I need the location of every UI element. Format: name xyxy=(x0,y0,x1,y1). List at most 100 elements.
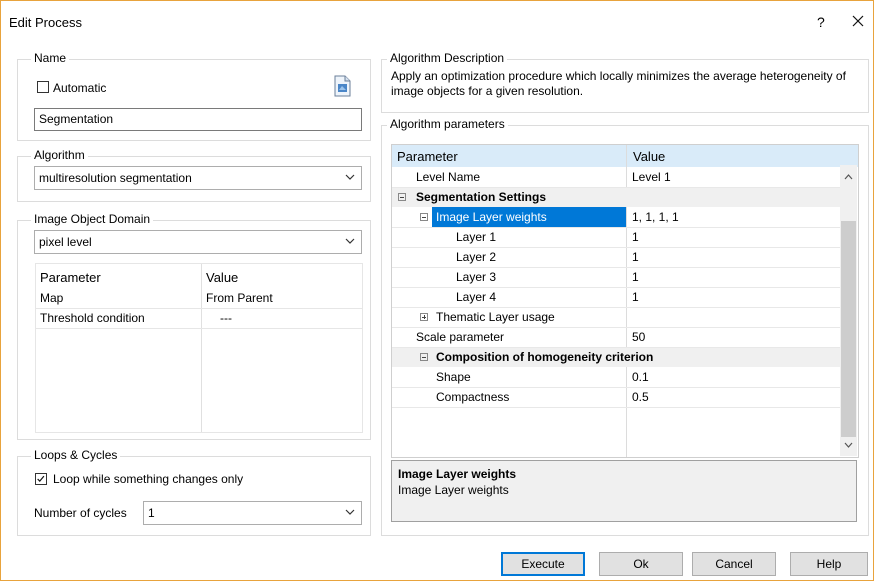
param-value: 1 xyxy=(632,230,639,244)
domain-parameter-grid: Parameter Value Map From Parent Threshol… xyxy=(35,263,363,433)
cycles-select-value: 1 xyxy=(148,506,155,520)
param-category-name: Segmentation Settings xyxy=(416,190,547,204)
param-row-level-name[interactable]: Level Name Level 1 xyxy=(392,167,840,187)
param-name: Layer 2 xyxy=(456,250,497,264)
name-group-label: Name xyxy=(31,51,70,65)
help-text: Image Layer weights xyxy=(398,483,509,497)
param-name: Thematic Layer usage xyxy=(436,310,555,324)
automatic-checkbox[interactable] xyxy=(37,81,49,93)
scroll-down-icon[interactable] xyxy=(844,442,853,448)
process-name-input[interactable]: Segmentation xyxy=(34,108,362,131)
chevron-down-icon xyxy=(345,174,355,180)
row-separator xyxy=(392,347,840,348)
parameter-help-panel: Image Layer weights Image Layer weights xyxy=(391,460,857,522)
param-category-composition[interactable]: Composition of homogeneity criterion xyxy=(392,347,840,367)
algorithm-select[interactable]: multiresolution segmentation xyxy=(34,166,362,190)
expand-icon[interactable] xyxy=(420,313,428,321)
collapse-icon[interactable] xyxy=(398,193,406,201)
param-name: Level Name xyxy=(416,170,481,184)
cycles-label: Number of cycles xyxy=(34,506,127,520)
param-category-segmentation-settings[interactable]: Segmentation Settings xyxy=(392,187,840,207)
grid-header-value: Value xyxy=(206,270,239,285)
table-row[interactable]: Map From Parent xyxy=(36,288,362,309)
automatic-label[interactable]: Automatic xyxy=(53,81,106,95)
param-name: Shape xyxy=(436,370,471,384)
param-value: 1 xyxy=(632,290,639,304)
algorithm-parameter-grid: Parameter Value Level Name Level 1 Segme… xyxy=(391,144,859,458)
param-row-image-layer-weights[interactable]: Image Layer weights 1, 1, 1, 1 xyxy=(392,207,840,227)
param-row-compactness[interactable]: Compactness 0.5 xyxy=(392,387,840,407)
loop-label[interactable]: Loop while something changes only xyxy=(53,472,243,486)
row-separator xyxy=(392,327,840,328)
grid-header-parameter: Parameter xyxy=(397,149,458,164)
scroll-up-icon[interactable] xyxy=(844,174,853,180)
domain-param-name: Map xyxy=(40,291,64,305)
window-title: Edit Process xyxy=(9,15,82,30)
algorithm-group-label: Algorithm xyxy=(31,148,88,162)
param-value: 1, 1, 1, 1 xyxy=(632,210,679,224)
param-value: 0.5 xyxy=(632,390,649,404)
row-separator xyxy=(392,187,840,188)
param-value: 1 xyxy=(632,250,639,264)
param-row-layer-4[interactable]: Layer 4 1 xyxy=(392,287,840,307)
param-name: Layer 4 xyxy=(456,290,497,304)
scrollbar-thumb[interactable] xyxy=(841,221,856,437)
edit-process-dialog: Edit Process ? Name Automatic Segmentati… xyxy=(0,0,874,581)
param-value: 50 xyxy=(632,330,646,344)
help-icon[interactable]: ? xyxy=(817,14,825,30)
param-row-layer-1[interactable]: Layer 1 1 xyxy=(392,227,840,247)
help-title: Image Layer weights xyxy=(398,467,517,481)
param-row-layer-2[interactable]: Layer 2 1 xyxy=(392,247,840,267)
algorithm-description-text: Apply an optimization procedure which lo… xyxy=(391,69,846,98)
row-separator xyxy=(392,407,840,408)
domain-select-value: pixel level xyxy=(39,235,92,249)
checkmark-icon xyxy=(37,475,45,482)
execute-button[interactable]: Execute xyxy=(501,552,585,576)
chevron-down-icon xyxy=(345,238,355,244)
cancel-button[interactable]: Cancel xyxy=(692,552,776,576)
param-row-shape[interactable]: Shape 0.1 xyxy=(392,367,840,387)
title-bar: Edit Process ? xyxy=(1,1,873,39)
row-separator xyxy=(392,307,840,308)
chevron-down-icon xyxy=(345,509,355,515)
table-row[interactable]: Threshold condition --- xyxy=(36,308,362,329)
cycles-select[interactable]: 1 xyxy=(143,501,362,525)
algorithm-description-label: Algorithm Description xyxy=(387,51,508,65)
domain-param-name: Threshold condition xyxy=(40,311,145,325)
loops-cycles-label: Loops & Cycles xyxy=(31,448,121,462)
row-separator xyxy=(392,247,840,248)
param-row-thematic-layer-usage[interactable]: Thematic Layer usage xyxy=(392,307,840,327)
domain-param-value: From Parent xyxy=(206,291,273,305)
collapse-icon[interactable] xyxy=(420,353,428,361)
grid-header: Parameter Value xyxy=(392,145,858,167)
param-name: Layer 3 xyxy=(456,270,497,284)
vertical-scrollbar[interactable] xyxy=(840,165,857,456)
help-button[interactable]: Help xyxy=(790,552,868,576)
param-row-layer-3[interactable]: Layer 3 1 xyxy=(392,267,840,287)
param-value: Level 1 xyxy=(632,170,671,184)
param-name: Scale parameter xyxy=(416,330,505,344)
collapse-icon[interactable] xyxy=(420,213,428,221)
grid-header-value: Value xyxy=(633,149,666,164)
domain-select[interactable]: pixel level xyxy=(34,230,362,254)
document-edit-icon[interactable] xyxy=(333,75,353,97)
ok-button[interactable]: Ok xyxy=(599,552,683,576)
close-icon[interactable] xyxy=(848,11,868,31)
param-name: Compactness xyxy=(436,390,510,404)
loop-checkbox[interactable] xyxy=(35,473,47,485)
domain-param-value: --- xyxy=(220,311,232,325)
image-object-domain-label: Image Object Domain xyxy=(31,212,154,226)
param-category-name: Composition of homogeneity criterion xyxy=(436,350,654,364)
param-row-scale-parameter[interactable]: Scale parameter 50 xyxy=(392,327,840,347)
row-separator xyxy=(392,287,840,288)
param-name: Image Layer weights xyxy=(436,210,547,224)
row-separator xyxy=(392,267,840,268)
param-value: 1 xyxy=(632,270,639,284)
algorithm-parameters-label: Algorithm parameters xyxy=(387,117,508,131)
grid-header-parameter: Parameter xyxy=(40,270,101,285)
param-value: 0.1 xyxy=(632,370,649,384)
row-separator xyxy=(392,387,840,388)
param-name: Layer 1 xyxy=(456,230,497,244)
algorithm-select-value: multiresolution segmentation xyxy=(39,171,192,185)
row-separator xyxy=(392,227,840,228)
